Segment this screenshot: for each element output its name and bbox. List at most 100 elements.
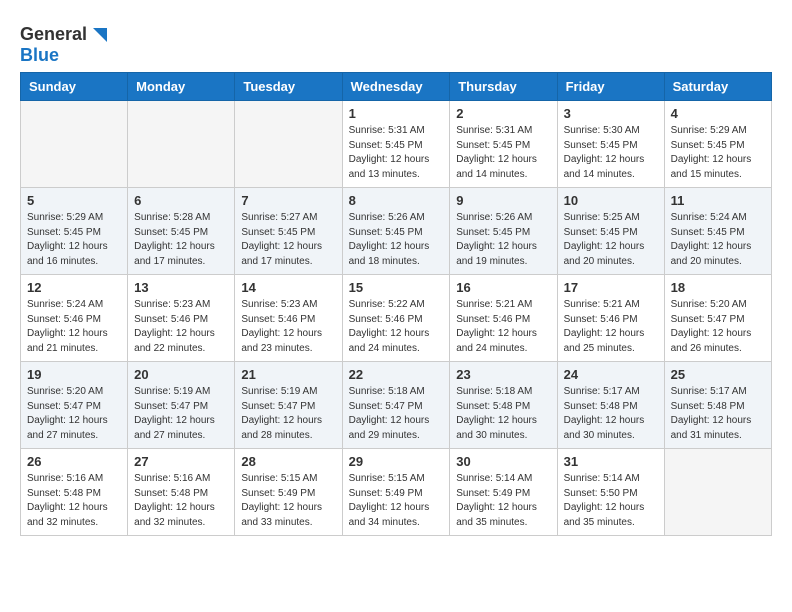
day-info: Sunrise: 5:15 AM Sunset: 5:49 PM Dayligh… bbox=[349, 472, 444, 530]
col-header-thursday: Thursday bbox=[450, 73, 557, 101]
day-info: Sunrise: 5:16 AM Sunset: 5:48 PM Dayligh… bbox=[27, 472, 121, 530]
day-number: 18 bbox=[671, 280, 765, 295]
day-info: Sunrise: 5:31 AM Sunset: 5:45 PM Dayligh… bbox=[456, 124, 550, 182]
day-number: 5 bbox=[27, 193, 121, 208]
calendar-cell: 9 Sunrise: 5:26 AM Sunset: 5:45 PM Daylig… bbox=[450, 188, 557, 275]
day-info: Sunrise: 5:17 AM Sunset: 5:48 PM Dayligh… bbox=[671, 385, 765, 443]
day-info: Sunrise: 5:16 AM Sunset: 5:48 PM Dayligh… bbox=[134, 472, 228, 530]
logo-text-general: General bbox=[20, 25, 87, 45]
calendar-cell: 21Sunrise: 5:19 AM Sunset: 5:47 PM Dayli… bbox=[235, 362, 342, 449]
day-info: Sunrise: 5:28 AM Sunset: 5:45 PM Dayligh… bbox=[134, 211, 228, 269]
day-number: 7 bbox=[241, 193, 335, 208]
day-number: 12 bbox=[27, 280, 121, 295]
calendar-cell: 31 Sunrise: 5:14 AM Sunset: 5:50 PM Dayli… bbox=[557, 449, 664, 536]
day-number: 15 bbox=[349, 280, 444, 295]
day-info: Sunrise: 5:27 AM Sunset: 5:45 PM Dayligh… bbox=[241, 211, 335, 269]
day-number: 10 bbox=[564, 193, 658, 208]
col-header-sunday: Sunday bbox=[21, 73, 128, 101]
col-header-tuesday: Tuesday bbox=[235, 73, 342, 101]
day-info: Sunrise: 5:18 AM Sunset: 5:48 PM Dayligh… bbox=[456, 385, 550, 443]
logo-text-blue: Blue bbox=[20, 45, 59, 65]
calendar-cell: 20 Sunrise: 5:19 AM Sunset: 5:47 PM Dayli… bbox=[128, 362, 235, 449]
day-number: 11 bbox=[671, 193, 765, 208]
calendar-header-row: SundayMondayTuesdayWednesdayThursdayFrid… bbox=[21, 73, 772, 101]
day-info: Sunrise: 5:17 AM Sunset: 5:48 PM Dayligh… bbox=[564, 385, 658, 443]
calendar-table: SundayMondayTuesdayWednesdayThursdayFrid… bbox=[20, 72, 772, 536]
calendar-cell: 28Sunrise: 5:15 AM Sunset: 5:49 PM Dayli… bbox=[235, 449, 342, 536]
day-number: 30 bbox=[456, 454, 550, 469]
day-info: Sunrise: 5:21 AM Sunset: 5:46 PM Dayligh… bbox=[564, 298, 658, 356]
calendar-cell: 5 Sunrise: 5:29 AM Sunset: 5:45 PM Daylig… bbox=[21, 188, 128, 275]
day-number: 13 bbox=[134, 280, 228, 295]
day-number: 22 bbox=[349, 367, 444, 382]
day-number: 24 bbox=[564, 367, 658, 382]
calendar-cell: 30Sunrise: 5:14 AM Sunset: 5:49 PM Dayli… bbox=[450, 449, 557, 536]
calendar-cell: 2 Sunrise: 5:31 AM Sunset: 5:45 PM Daylig… bbox=[450, 101, 557, 188]
calendar-cell: 8 Sunrise: 5:26 AM Sunset: 5:45 PM Daylig… bbox=[342, 188, 450, 275]
calendar-cell: 19Sunrise: 5:20 AM Sunset: 5:47 PM Dayli… bbox=[21, 362, 128, 449]
calendar-cell: 14 Sunrise: 5:23 AM Sunset: 5:46 PM Dayli… bbox=[235, 275, 342, 362]
day-info: Sunrise: 5:19 AM Sunset: 5:47 PM Dayligh… bbox=[241, 385, 335, 443]
day-info: Sunrise: 5:21 AM Sunset: 5:46 PM Dayligh… bbox=[456, 298, 550, 356]
calendar-cell: 27 Sunrise: 5:16 AM Sunset: 5:48 PM Dayli… bbox=[128, 449, 235, 536]
day-number: 2 bbox=[456, 106, 550, 121]
day-info: Sunrise: 5:26 AM Sunset: 5:45 PM Dayligh… bbox=[456, 211, 550, 269]
calendar-cell: 6 Sunrise: 5:28 AM Sunset: 5:45 PM Daylig… bbox=[128, 188, 235, 275]
day-number: 23 bbox=[456, 367, 550, 382]
calendar-cell: 25 Sunrise: 5:17 AM Sunset: 5:48 PM Dayli… bbox=[664, 362, 771, 449]
day-info: Sunrise: 5:31 AM Sunset: 5:45 PM Dayligh… bbox=[349, 124, 444, 182]
day-number: 25 bbox=[671, 367, 765, 382]
day-number: 27 bbox=[134, 454, 228, 469]
day-number: 14 bbox=[241, 280, 335, 295]
calendar-cell: 12 Sunrise: 5:24 AM Sunset: 5:46 PM Dayli… bbox=[21, 275, 128, 362]
day-number: 1 bbox=[349, 106, 444, 121]
calendar-week-row: 12 Sunrise: 5:24 AM Sunset: 5:46 PM Dayli… bbox=[21, 275, 772, 362]
calendar-cell: 1 Sunrise: 5:31 AM Sunset: 5:45 PM Daylig… bbox=[342, 101, 450, 188]
page-header: General Blue bbox=[20, 20, 772, 66]
day-number: 20 bbox=[134, 367, 228, 382]
calendar-week-row: 5 Sunrise: 5:29 AM Sunset: 5:45 PM Daylig… bbox=[21, 188, 772, 275]
calendar-week-row: 1 Sunrise: 5:31 AM Sunset: 5:45 PM Daylig… bbox=[21, 101, 772, 188]
day-number: 26 bbox=[27, 454, 121, 469]
calendar-cell: 18Sunrise: 5:20 AM Sunset: 5:47 PM Dayli… bbox=[664, 275, 771, 362]
col-header-monday: Monday bbox=[128, 73, 235, 101]
day-info: Sunrise: 5:30 AM Sunset: 5:45 PM Dayligh… bbox=[564, 124, 658, 182]
day-number: 9 bbox=[456, 193, 550, 208]
day-number: 17 bbox=[564, 280, 658, 295]
day-info: Sunrise: 5:29 AM Sunset: 5:45 PM Dayligh… bbox=[671, 124, 765, 182]
day-info: Sunrise: 5:29 AM Sunset: 5:45 PM Dayligh… bbox=[27, 211, 121, 269]
calendar-cell: 7 Sunrise: 5:27 AM Sunset: 5:45 PM Daylig… bbox=[235, 188, 342, 275]
calendar-cell: 17 Sunrise: 5:21 AM Sunset: 5:46 PM Dayli… bbox=[557, 275, 664, 362]
calendar-cell bbox=[128, 101, 235, 188]
day-number: 31 bbox=[564, 454, 658, 469]
day-info: Sunrise: 5:18 AM Sunset: 5:47 PM Dayligh… bbox=[349, 385, 444, 443]
calendar-cell bbox=[235, 101, 342, 188]
day-info: Sunrise: 5:26 AM Sunset: 5:45 PM Dayligh… bbox=[349, 211, 444, 269]
calendar-week-row: 19Sunrise: 5:20 AM Sunset: 5:47 PM Dayli… bbox=[21, 362, 772, 449]
calendar-week-row: 26 Sunrise: 5:16 AM Sunset: 5:48 PM Dayli… bbox=[21, 449, 772, 536]
calendar-cell: 23 Sunrise: 5:18 AM Sunset: 5:48 PM Dayli… bbox=[450, 362, 557, 449]
day-number: 8 bbox=[349, 193, 444, 208]
calendar-cell bbox=[664, 449, 771, 536]
day-info: Sunrise: 5:14 AM Sunset: 5:50 PM Dayligh… bbox=[564, 472, 658, 530]
day-number: 6 bbox=[134, 193, 228, 208]
day-info: Sunrise: 5:24 AM Sunset: 5:46 PM Dayligh… bbox=[27, 298, 121, 356]
col-header-saturday: Saturday bbox=[664, 73, 771, 101]
calendar-cell: 11 Sunrise: 5:24 AM Sunset: 5:45 PM Dayli… bbox=[664, 188, 771, 275]
day-info: Sunrise: 5:23 AM Sunset: 5:46 PM Dayligh… bbox=[241, 298, 335, 356]
calendar-cell bbox=[21, 101, 128, 188]
day-info: Sunrise: 5:24 AM Sunset: 5:45 PM Dayligh… bbox=[671, 211, 765, 269]
calendar-cell: 3Sunrise: 5:30 AM Sunset: 5:45 PM Daylig… bbox=[557, 101, 664, 188]
calendar-cell: 24 Sunrise: 5:17 AM Sunset: 5:48 PM Dayli… bbox=[557, 362, 664, 449]
col-header-wednesday: Wednesday bbox=[342, 73, 450, 101]
calendar-cell: 22 Sunrise: 5:18 AM Sunset: 5:47 PM Dayli… bbox=[342, 362, 450, 449]
calendar-cell: 15Sunrise: 5:22 AM Sunset: 5:46 PM Dayli… bbox=[342, 275, 450, 362]
calendar-cell: 16Sunrise: 5:21 AM Sunset: 5:46 PM Dayli… bbox=[450, 275, 557, 362]
col-header-friday: Friday bbox=[557, 73, 664, 101]
logo-icon bbox=[89, 24, 111, 46]
day-info: Sunrise: 5:23 AM Sunset: 5:46 PM Dayligh… bbox=[134, 298, 228, 356]
day-number: 29 bbox=[349, 454, 444, 469]
calendar-cell: 4Sunrise: 5:29 AM Sunset: 5:45 PM Daylig… bbox=[664, 101, 771, 188]
calendar-cell: 13 Sunrise: 5:23 AM Sunset: 5:46 PM Dayli… bbox=[128, 275, 235, 362]
day-info: Sunrise: 5:19 AM Sunset: 5:47 PM Dayligh… bbox=[134, 385, 228, 443]
